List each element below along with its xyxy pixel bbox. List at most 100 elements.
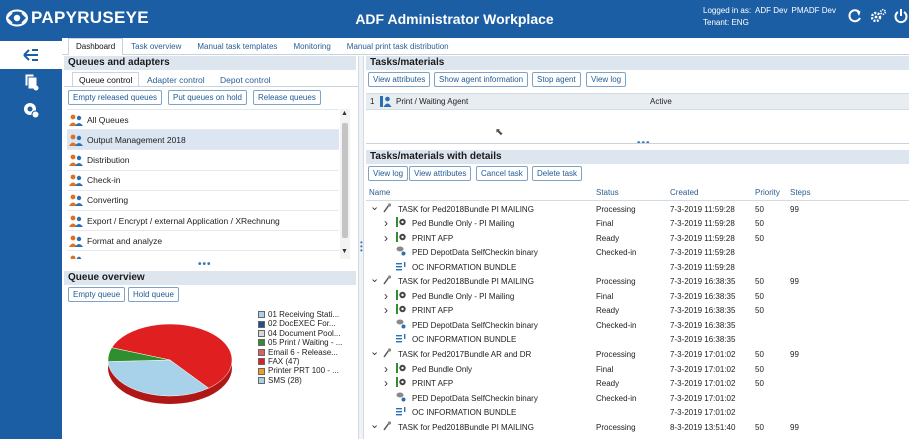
material-row[interactable]: › Ped Bundle Only - PI Mailing Final 7-3-20… (366, 216, 909, 231)
documents-icon[interactable] (0, 68, 62, 96)
subtab-adapter-control[interactable]: Adapter control (140, 72, 212, 87)
stop-agent-button[interactable]: Stop agent (532, 72, 581, 87)
row-priority: 50 (755, 364, 764, 374)
column-header-status[interactable]: Status (596, 188, 619, 197)
task-row[interactable]: ⌄ TASK for Ped2018Bundle PI MAILING Proces… (366, 272, 909, 289)
user-role[interactable]: PMADF Dev (792, 6, 836, 15)
empty-released-queues-button[interactable]: Empty released queues (68, 90, 163, 105)
task-row[interactable]: ⌄ TASK for Ped2017Bundle AR and DR Process… (366, 345, 909, 362)
row-priority: 50 (755, 277, 764, 287)
settings-monitor-icon[interactable] (0, 96, 62, 124)
splitter-grip-icon[interactable]: • • • (360, 239, 363, 255)
release-queues-button[interactable]: Release queues (253, 90, 321, 105)
legend-label: 01 Receiving Stati... (268, 310, 340, 319)
agent-status: Active (650, 97, 672, 106)
row-priority: 50 (755, 350, 764, 359)
scroll-up-icon[interactable]: ▲ (341, 110, 348, 117)
row-status: Checked-in (596, 393, 637, 403)
legend-swatch (258, 320, 265, 328)
queue-item[interactable]: Export / Encrypt / external Application … (67, 211, 339, 232)
legend-swatch (258, 377, 265, 385)
material-row[interactable]: OC INFORMATION BUNDLE 7-3-2019 11:59:28 (366, 261, 909, 275)
details-view-attributes-button[interactable]: View attributes (409, 166, 472, 181)
material-row[interactable]: › PRINT AFP Ready 7-3-2019 11:59:28 50 (366, 231, 909, 246)
chevron-down-icon[interactable]: ⌄ (370, 345, 379, 359)
row-name: TASK for Ped2018Bundle PI MAILING (398, 204, 534, 214)
scrollbar-thumb[interactable] (342, 123, 348, 238)
queue-item[interactable]: All Queues (67, 110, 339, 131)
chevron-right-icon[interactable]: › (384, 289, 388, 303)
collapse-icon[interactable] (0, 41, 62, 69)
legend-item: Email 6 - Release... (258, 348, 354, 357)
subtab-queue-control[interactable]: Queue control (72, 72, 140, 87)
row-name: OC INFORMATION BUNDLE (412, 262, 517, 272)
material-row[interactable]: PED DepotData SelfCheckin binary Checked-… (366, 246, 909, 260)
legend-label: 02 DocEXEC For... (268, 319, 336, 329)
queue-item[interactable]: Check-in (67, 171, 339, 191)
chevron-down-icon[interactable]: ⌄ (370, 200, 379, 214)
put-queues-on-hold-button[interactable]: Put queues on hold (168, 90, 247, 105)
row-status: Processing (596, 277, 636, 287)
tasks-divider (366, 143, 909, 144)
hold-queue-button[interactable]: Hold queue (128, 287, 179, 302)
column-header-steps[interactable]: Steps (790, 188, 810, 197)
material-row[interactable]: OC INFORMATION BUNDLE 7-3-2019 16:38:35 (366, 333, 909, 347)
queue-item[interactable]: Converting (67, 191, 339, 211)
queue-item[interactable] (67, 251, 339, 259)
empty-queue-button[interactable]: Empty queue (68, 287, 126, 302)
row-status: Checked-in (596, 248, 637, 258)
cancel-task-button[interactable]: Cancel task (476, 166, 528, 181)
chevron-right-icon[interactable]: › (384, 376, 388, 390)
task-row[interactable]: ⌄ TASK for Ped2018Bundle PI MAILING Proces… (366, 200, 909, 217)
row-created: 7-3-2019 16:38:35 (670, 306, 736, 316)
bundle-icon (396, 217, 406, 228)
tab-dashboard[interactable]: Dashboard (68, 38, 124, 55)
settings-icon[interactable] (869, 8, 887, 26)
view-log-button[interactable]: View log (586, 72, 627, 87)
chevron-right-icon[interactable]: › (384, 231, 388, 245)
queue-item-label: Output Management 2018 (87, 134, 186, 145)
column-header-name[interactable]: Name (369, 188, 390, 197)
material-row[interactable]: PED DepotData SelfCheckin binary Checked-… (366, 392, 909, 406)
panel-resize-handle[interactable]: ••• (198, 259, 212, 270)
material-row[interactable]: › Ped Bundle Only Final 7-3-2019 17:01:02 50 (366, 362, 909, 377)
power-icon[interactable] (892, 8, 909, 26)
queue-pie-chart (107, 323, 233, 404)
agent-row[interactable]: 1 Print / Waiting Agent Active (366, 93, 909, 110)
depot-icon (396, 319, 406, 329)
column-header-priority[interactable]: Priority (755, 188, 780, 197)
show-agent-information-button[interactable]: Show agent information (434, 72, 529, 87)
agent-row-number: 1 (370, 97, 375, 106)
view-attributes-button[interactable]: View attributes (368, 72, 431, 87)
queue-item[interactable]: Output Management 2018 (67, 130, 339, 151)
tab-manual-task-templates[interactable]: Manual task templates (189, 38, 285, 54)
material-row[interactable]: › PRINT AFP Ready 7-3-2019 16:38:35 50 (366, 303, 909, 318)
tab-manual-print-task-distribution[interactable]: Manual print task distribution (339, 38, 457, 54)
tab-task-overview[interactable]: Task overview (123, 38, 189, 54)
task-row[interactable]: ⌄ TASK for Ped2018Bundle PI MAILING Proces… (366, 418, 909, 435)
details-view-log-button[interactable]: View log (368, 166, 409, 181)
material-row[interactable]: › Ped Bundle Only - PI Mailing Final 7-3-20… (366, 289, 909, 304)
subtab-depot-control[interactable]: Depot control (213, 72, 278, 87)
chevron-right-icon[interactable]: › (384, 303, 388, 317)
details-panel-title: Tasks/materials with details (366, 150, 909, 164)
delete-task-button[interactable]: Delete task (532, 166, 583, 181)
material-row[interactable]: OC INFORMATION BUNDLE 7-3-2019 17:01:02 (366, 406, 909, 420)
tab-monitoring[interactable]: Monitoring (285, 38, 338, 54)
task-icon (382, 421, 392, 431)
chevron-down-icon[interactable]: ⌄ (370, 272, 379, 286)
logged-in-label: Logged in as: (703, 6, 752, 15)
material-row[interactable]: PED DepotData SelfCheckin binary Checked-… (366, 319, 909, 333)
chevron-right-icon[interactable]: › (384, 362, 388, 376)
scroll-down-icon[interactable]: ▼ (341, 248, 348, 255)
queue-list-scrollbar[interactable]: ▲ ▼ (340, 109, 350, 259)
vertical-splitter[interactable]: • • • (358, 56, 364, 439)
queue-item[interactable]: Format and analyze (67, 231, 339, 252)
chevron-right-icon[interactable]: › (384, 216, 388, 230)
chevron-down-icon[interactable]: ⌄ (370, 418, 379, 432)
refresh-icon[interactable] (846, 8, 864, 26)
material-row[interactable]: › PRINT AFP Ready 7-3-2019 17:01:02 50 (366, 376, 909, 391)
queue-icon (69, 114, 83, 126)
queue-item[interactable]: Distribution (67, 150, 339, 171)
column-header-created[interactable]: Created (670, 188, 698, 197)
